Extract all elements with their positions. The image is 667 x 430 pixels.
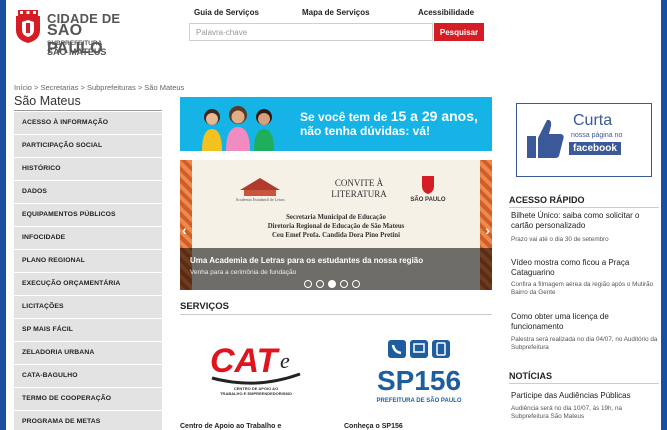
carousel-dot-active[interactable] xyxy=(328,280,336,288)
carousel-dot[interactable] xyxy=(316,280,324,288)
services-heading: SERVIÇOS xyxy=(180,301,229,312)
title-divider xyxy=(14,110,162,111)
carousel-dot[interactable] xyxy=(304,280,312,288)
menu-item-acesso-informacao[interactable]: ACESSO À INFORMAÇÃO xyxy=(14,112,162,135)
page: CIDADE DE SÃO PAULO SUBPREFEITURA SÃO MA… xyxy=(6,0,661,430)
cate-logo[interactable]: CAT e CENTRO DE APOIO AO TRABALHO E EMPR… xyxy=(206,338,310,398)
carousel-dot[interactable] xyxy=(340,280,348,288)
news-item-meta: Audiência será no dia 10/07, às 19h, na … xyxy=(511,405,622,420)
invite-body: Secretaria Municipal de Educação Diretor… xyxy=(212,213,460,240)
menu-item-programa-metas[interactable]: PROGRAMA DE METAS xyxy=(14,411,162,430)
quick-link-title[interactable]: Como obter uma licença de funcionamento xyxy=(511,312,659,332)
facebook-curta: Curta xyxy=(573,112,613,129)
sp-crest-icon: SÃO PAULO xyxy=(410,176,446,202)
svg-text:Academia Estudantil de Letras: Academia Estudantil de Letras xyxy=(235,197,285,202)
carousel-dots xyxy=(304,280,360,288)
service-item-sp156[interactable]: Conheça o SP156 xyxy=(344,423,403,430)
menu-item-termo-cooperacao[interactable]: TERMO DE COOPERAÇÃO xyxy=(14,388,162,411)
services-divider xyxy=(180,314,492,315)
acesso-rapido-divider xyxy=(509,207,659,208)
guia-servicos-link[interactable]: Guia de Serviços xyxy=(194,8,259,17)
facebook-wordmark: facebook xyxy=(569,142,621,155)
menu-item-dados[interactable]: DADOS xyxy=(14,181,162,204)
academia-logo-icon: Academia Estudantil de Letras xyxy=(235,178,285,202)
quick-link-meta: Prazo vai até o dia 30 de setembro xyxy=(511,236,609,243)
logo-subprefeitura: SUBPREFEITURA xyxy=(47,40,103,47)
menu-item-cata-bagulho[interactable]: CATA-BAGULHO xyxy=(14,365,162,388)
noticias-divider xyxy=(509,383,659,384)
invite-line: Ceu Emef Profa. Candida Dora Pino Pretin… xyxy=(272,232,400,239)
quick-link-title[interactable]: Vídeo mostra como ficou a Praça Cataguar… xyxy=(511,258,659,278)
svg-text:SP156: SP156 xyxy=(377,365,461,396)
carousel-caption-title[interactable]: Uma Academia de Letras para os estudante… xyxy=(190,256,423,265)
prefeitura-logo[interactable]: CIDADE DE SÃO PAULO SUBPREFEITURA SÃO MA… xyxy=(14,8,134,57)
svg-text:TRABALHO E EMPREENDEDORISMO: TRABALHO E EMPREENDEDORISMO xyxy=(220,391,292,396)
menu-item-sp-mais-facil[interactable]: SP MAIS FÁCIL xyxy=(14,319,162,342)
banner-text-a: Se você tem de xyxy=(300,110,391,124)
left-menu: ACESSO À INFORMAÇÃO PARTICIPAÇÃO SOCIAL … xyxy=(14,112,162,430)
menu-item-infocidade[interactable]: INFOCIDADE xyxy=(14,227,162,250)
mapa-servicos-link[interactable]: Mapa de Serviços xyxy=(302,8,370,17)
acesso-rapido-heading: ACESSO RÁPIDO xyxy=(509,195,585,205)
svg-text:SÃO PAULO: SÃO PAULO xyxy=(410,196,446,202)
banner-age-range: 15 a 29 anos, xyxy=(390,108,478,124)
search-button[interactable]: Pesquisar xyxy=(434,23,484,41)
thumbs-up-icon xyxy=(527,119,564,158)
page-title: São Mateus xyxy=(14,94,81,108)
menu-item-execucao-orcamentaria[interactable]: EXECUÇÃO ORÇAMENTÁRIA xyxy=(14,273,162,296)
logo-district: SÃO MATEUS xyxy=(47,47,107,57)
menu-item-licitacoes[interactable]: LICITAÇÕES xyxy=(14,296,162,319)
carousel-caption-subtitle: Venha para a cerimônia de fundação xyxy=(190,269,297,276)
city-crest-icon xyxy=(16,10,40,43)
menu-item-equipamentos-publicos[interactable]: EQUIPAMENTOS PÚBLICOS xyxy=(14,204,162,227)
noticias-heading: NOTÍCIAS xyxy=(509,371,553,381)
news-carousel[interactable]: Academia Estudantil de Letras CONVITE À … xyxy=(180,160,492,290)
news-item-title[interactable]: Participe das Audiências Públicas xyxy=(511,391,659,401)
carousel-dot[interactable] xyxy=(352,280,360,288)
invite-line: Diretoria Regional de Educação de São Ma… xyxy=(267,223,405,230)
banner-tagline: não tenha dúvidas: vá! xyxy=(300,124,431,138)
invite-title: CONVITE À LITERATURA xyxy=(331,178,387,199)
menu-item-participacao-social[interactable]: PARTICIPAÇÃO SOCIAL xyxy=(14,135,162,158)
menu-item-historico[interactable]: HISTÓRICO xyxy=(14,158,162,181)
menu-item-zeladoria-urbana[interactable]: ZELADORIA URBANA xyxy=(14,342,162,365)
svg-text:CAT: CAT xyxy=(210,342,281,380)
carousel-prev-arrow-icon[interactable]: ‹ xyxy=(182,222,187,238)
svg-text:e: e xyxy=(280,348,290,373)
quick-link-title[interactable]: Bilhete Único: saiba como solicitar o ca… xyxy=(511,211,659,231)
breadcrumb[interactable]: Início > Secretarias > Subprefeituras > … xyxy=(14,83,184,92)
girls-illustration xyxy=(202,106,274,151)
youth-banner[interactable]: Se você tem de 15 a 29 anos, não tenha d… xyxy=(180,97,492,151)
acessibilidade-link[interactable]: Acessibilidade xyxy=(418,8,474,17)
quick-link-meta: Palestra será realizada no dia 04/07, no… xyxy=(511,336,658,351)
sp156-logo[interactable]: SP156 PREFEITURA DE SÃO PAULO xyxy=(374,336,464,412)
svg-text:PREFEITURA DE SÃO PAULO: PREFEITURA DE SÃO PAULO xyxy=(376,397,461,404)
facebook-subtitle: nossa página no xyxy=(571,132,623,139)
banner-headline: Se você tem de 15 a 29 anos, xyxy=(300,108,478,124)
menu-item-plano-regional[interactable]: PLANO REGIONAL xyxy=(14,250,162,273)
quick-link-meta: Confira a filmagem aérea da região após … xyxy=(511,281,654,296)
invite-line: Secretaria Municipal de Educação xyxy=(286,214,386,221)
carousel-next-arrow-icon[interactable]: › xyxy=(485,222,490,238)
facebook-like-box[interactable]: Curta nossa página no facebook xyxy=(516,103,652,177)
service-item-cate[interactable]: Centro de Apoio ao Trabalho e xyxy=(180,423,281,430)
search-input[interactable] xyxy=(189,23,433,41)
